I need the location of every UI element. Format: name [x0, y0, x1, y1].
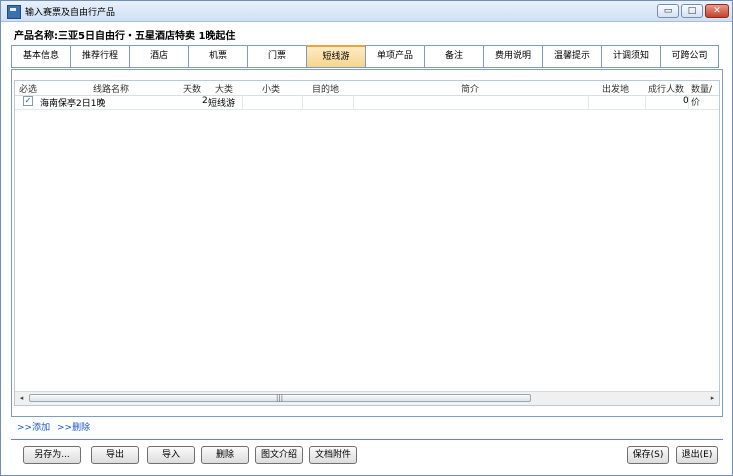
required-checkbox[interactable]: ✓	[23, 96, 33, 106]
delete-button[interactable]: 删除	[201, 446, 249, 464]
column-divider	[242, 95, 243, 109]
tab-warm-tips[interactable]: 温馨提示	[542, 45, 601, 68]
tab-bar: 基本信息 推荐行程 酒店 机票 门票 短线游 单项产品 备注 费用说明 温馨提示…	[11, 45, 723, 69]
tab-admission-ticket[interactable]: 门票	[247, 45, 306, 68]
header-route-name[interactable]: 线路名称	[93, 82, 129, 95]
delete-link[interactable]: >>删除	[57, 420, 90, 433]
column-divider	[302, 95, 303, 109]
main-window: 输入赛票及自由行产品 ▭ □ ✕ 产品名称:三亚5日自由行・五星酒店特卖 1晚起…	[0, 0, 733, 476]
window-title: 输入赛票及自由行产品	[25, 8, 116, 18]
tab-basic-info[interactable]: 基本信息	[11, 45, 70, 68]
tab-operator-notes[interactable]: 计调须知	[601, 45, 660, 68]
tab-single-product[interactable]: 单项产品	[365, 45, 424, 68]
close-button[interactable]: ✕	[705, 4, 729, 18]
column-divider	[353, 95, 354, 109]
save-as-button[interactable]: 另存为...	[23, 446, 81, 464]
divider	[11, 439, 723, 440]
title-bar[interactable]: 输入赛票及自由行产品 ▭ □ ✕	[1, 1, 732, 22]
scrollbar-thumb[interactable]: |||	[29, 394, 531, 402]
tab-panel: 必选 线路名称 天数 大类 小类 目的地 简介 出发地 成行人数 数量/价 ✓ …	[11, 69, 723, 417]
column-divider	[688, 95, 689, 109]
scroll-right-arrow-icon[interactable]: ▸	[706, 392, 719, 405]
export-button[interactable]: 导出	[91, 446, 139, 464]
table-header: 必选 线路名称 天数 大类 小类 目的地 简介 出发地 成行人数 数量/价	[15, 81, 719, 108]
table-row[interactable]: ✓ 海南保亭2日1晚 2 短线游 0	[15, 95, 719, 110]
route-name-cell[interactable]: 海南保亭2日1晚	[40, 96, 105, 109]
tab-cross-company[interactable]: 可跨公司	[660, 45, 719, 68]
exit-button[interactable]: 退出(E)	[676, 446, 718, 464]
header-destination[interactable]: 目的地	[312, 82, 339, 95]
header-subcategory[interactable]: 小类	[262, 82, 280, 95]
image-intro-button[interactable]: 图文介绍	[255, 446, 303, 464]
minimize-button[interactable]: ▭	[657, 4, 679, 18]
tab-short-tour[interactable]: 短线游	[306, 45, 365, 68]
tab-notes[interactable]: 备注	[424, 45, 483, 68]
maximize-button[interactable]: □	[681, 4, 703, 18]
horizontal-scrollbar[interactable]: ◂ ||| ▸	[15, 391, 719, 405]
tab-air-ticket[interactable]: 机票	[188, 45, 247, 68]
import-button[interactable]: 导入	[147, 446, 195, 464]
header-departure[interactable]: 出发地	[602, 82, 629, 95]
tab-hotel[interactable]: 酒店	[129, 45, 188, 68]
header-required[interactable]: 必选	[19, 82, 37, 95]
tab-fee-description[interactable]: 费用说明	[483, 45, 542, 68]
category-cell[interactable]: 短线游	[208, 96, 235, 109]
attachment-button[interactable]: 文档附件	[309, 446, 357, 464]
product-name-label: 产品名称:三亚5日自由行・五星酒店特卖 1晚起住	[14, 31, 236, 42]
header-min-people[interactable]: 成行人数	[648, 82, 684, 95]
route-table[interactable]: 必选 线路名称 天数 大类 小类 目的地 简介 出发地 成行人数 数量/价 ✓ …	[14, 80, 720, 406]
header-category[interactable]: 大类	[215, 82, 233, 95]
header-days[interactable]: 天数	[183, 82, 201, 95]
header-intro[interactable]: 简介	[461, 82, 479, 95]
add-link[interactable]: >>添加	[17, 420, 50, 433]
save-button[interactable]: 保存(S)	[627, 446, 669, 464]
tab-recommended-itinerary[interactable]: 推荐行程	[70, 45, 129, 68]
column-divider	[645, 95, 646, 109]
scroll-left-arrow-icon[interactable]: ◂	[15, 392, 28, 405]
app-icon	[7, 5, 21, 19]
days-cell[interactable]: 2	[202, 96, 208, 106]
scrollbar-grip-icon: |||	[276, 394, 284, 402]
column-divider	[588, 95, 589, 109]
